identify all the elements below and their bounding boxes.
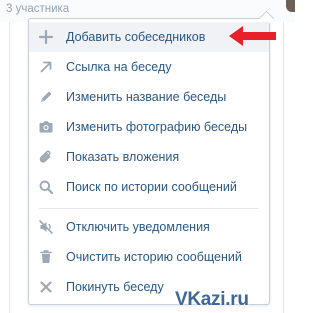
menu-item-show-attachments[interactable]: Показать вложения — [29, 142, 269, 172]
menu-item-label: Добавить собеседников — [66, 30, 206, 44]
menu-item-change-photo[interactable]: Изменить фотографию беседы — [29, 112, 269, 142]
avatar — [286, 0, 295, 12]
paperclip-icon — [38, 149, 54, 165]
watermark: VKazi.ru — [175, 289, 249, 310]
menu-item-label: Ссылка на беседу — [66, 60, 172, 74]
panel-border-left — [9, 22, 10, 313]
mute-icon — [38, 219, 54, 235]
menu-item-label: Отключить уведомления — [66, 220, 210, 234]
close-icon — [38, 279, 54, 295]
menu-item-label: Покинуть беседу — [66, 280, 164, 294]
menu-item-label: Показать вложения — [66, 150, 180, 164]
menu-item-label: Поиск по истории сообщений — [66, 180, 237, 194]
camera-icon — [38, 119, 54, 135]
menu-item-search-history[interactable]: Поиск по истории сообщений — [29, 172, 269, 202]
menu-item-conversation-link[interactable]: Ссылка на беседу — [29, 52, 269, 82]
trash-icon — [38, 249, 54, 265]
search-icon — [38, 179, 54, 195]
menu-item-label: Очистить историю сообщений — [66, 250, 242, 264]
menu-item-mute-notifications[interactable]: Отключить уведомления — [29, 212, 269, 242]
menu-item-clear-history[interactable]: Очистить историю сообщений — [29, 242, 269, 272]
conversation-actions-menu: Добавить собеседников Ссылка на беседу И… — [28, 10, 275, 305]
menu-item-rename-conversation[interactable]: Изменить название беседы — [29, 82, 269, 112]
plus-icon — [38, 29, 54, 45]
menu-item-label: Изменить фотографию беседы — [66, 120, 248, 134]
menu-item-label: Изменить название беседы — [66, 90, 227, 104]
pencil-icon — [38, 89, 54, 105]
red-arrow-pointer — [229, 26, 276, 46]
menu-divider — [39, 208, 259, 209]
participants-count: 3 участника — [6, 3, 70, 15]
link-arrow-icon — [38, 59, 54, 75]
panel-border-right — [283, 22, 284, 313]
